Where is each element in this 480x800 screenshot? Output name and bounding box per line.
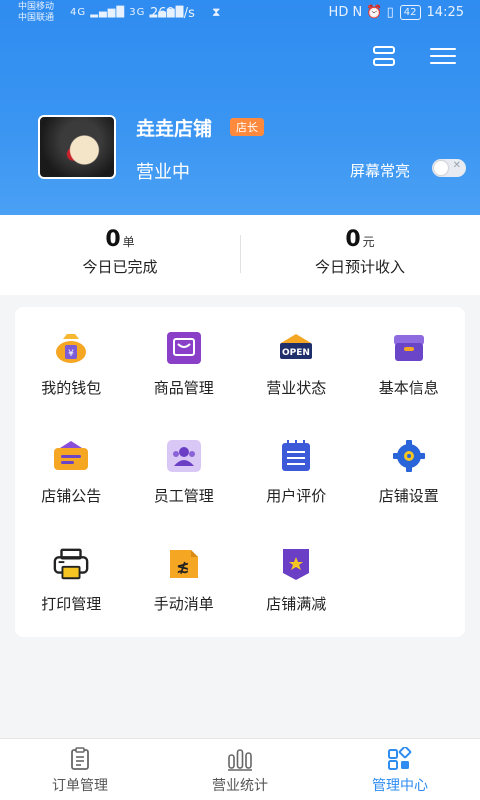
carrier-info: 中国移动 中国联通 [18, 2, 54, 24]
menu-label: 打印管理 [41, 595, 102, 613]
toggle-off-icon: ✕ [452, 160, 461, 171]
svg-text:≴: ≴ [176, 557, 189, 576]
income-value: 0 [345, 227, 361, 252]
tab-label: 管理中心 [372, 778, 428, 794]
management-grid-icon [388, 747, 412, 770]
discount-badge-icon [277, 547, 315, 581]
menu-item-shop-settings[interactable]: 店铺设置 [353, 415, 466, 523]
status-indicators-icon: HD N ⏰ ▯ [328, 5, 394, 20]
wallet-icon: ¥ [52, 331, 90, 365]
menu-item-discount[interactable]: 店铺满减 [240, 523, 353, 631]
menu-label: 店铺设置 [378, 487, 439, 505]
tab-orders[interactable]: 订单管理 [0, 739, 160, 800]
menu-label: 我的钱包 [41, 379, 102, 397]
menu-label: 手动消单 [153, 595, 214, 613]
settings-gear-icon [390, 439, 428, 473]
tab-label: 营业统计 [212, 778, 268, 794]
open-sign-icon: OPEN [277, 331, 315, 365]
shop-name: 垚垚店铺 [136, 118, 213, 140]
menu-label: 店铺满减 [266, 595, 327, 613]
tab-label: 订单管理 [52, 778, 108, 794]
menu-label: 店铺公告 [41, 487, 102, 505]
toggle-knob [434, 161, 448, 175]
review-icon [277, 439, 315, 473]
menu-label: 基本信息 [378, 379, 439, 397]
clock: 14:25 [426, 5, 464, 20]
menu-item-notice[interactable]: 店铺公告 [15, 415, 128, 523]
shop-avatar[interactable] [38, 115, 116, 179]
header: 中国移动 中国联通 4G ▂▄▆█ 3G ▂▄▆█ 269B/s ⧗ HD N … [0, 0, 480, 215]
tab-business-stats[interactable]: 营业统计 [160, 739, 320, 800]
role-badge: 店长 [230, 118, 264, 136]
bar-stats-icon [228, 749, 252, 771]
scan-icon[interactable] [372, 45, 396, 67]
menu-item-print[interactable]: 打印管理 [15, 523, 128, 631]
status-bar: 中国移动 中国联通 4G ▂▄▆█ 3G ▂▄▆█ 269B/s ⧗ HD N … [0, 0, 480, 30]
screen-on-toggle[interactable]: ✕ [432, 159, 466, 177]
staff-icon [165, 439, 203, 473]
open-sign-text: OPEN [282, 348, 310, 358]
menu-icon[interactable] [430, 45, 456, 67]
menu-item-wallet[interactable]: ¥ 我的钱包 [15, 307, 128, 415]
menu-item-products[interactable]: 商品管理 [128, 307, 241, 415]
tab-management-center[interactable]: 管理中心 [320, 739, 480, 800]
order-list-icon [71, 747, 89, 770]
battery-icon: 42 [399, 5, 421, 20]
status-right: HD N ⏰ ▯ 42 14:25 [329, 5, 464, 20]
stat-income[interactable]: 0元 今日预计收入 [240, 227, 480, 277]
product-icon [165, 331, 203, 365]
stat-completed[interactable]: 0单 今日已完成 [0, 227, 240, 277]
svg-text:¥: ¥ [68, 349, 74, 359]
completed-label: 今日已完成 [82, 258, 158, 276]
stats-bar: 0单 今日已完成 0元 今日预计收入 [0, 215, 480, 295]
menu-label: 用户评价 [266, 487, 327, 505]
info-box-icon [390, 331, 428, 365]
notice-icon [52, 439, 90, 473]
carrier-2: 中国联通 [18, 13, 55, 23]
menu-label: 商品管理 [153, 379, 214, 397]
cancel-order-icon: ≴ [165, 547, 203, 581]
bottom-tab-bar: 订单管理 营业统计 管理中心 [0, 738, 480, 800]
income-label: 今日预计收入 [314, 258, 405, 276]
header-actions [372, 45, 456, 67]
menu-item-basic-info[interactable]: 基本信息 [353, 307, 466, 415]
printer-icon [52, 547, 90, 581]
menu-item-staff[interactable]: 员工管理 [128, 415, 241, 523]
hourglass-icon: ⧗ [212, 5, 221, 19]
network-speed: 269B/s [150, 6, 195, 21]
income-unit: 元 [362, 235, 375, 249]
management-menu: ¥ 我的钱包 商品管理 OPEN 营业状态 基本信息 店铺公告 员工管理 用户评… [15, 307, 465, 637]
menu-item-business-status[interactable]: OPEN 营业状态 [240, 307, 353, 415]
menu-label: 员工管理 [153, 487, 214, 505]
menu-item-reviews[interactable]: 用户评价 [240, 415, 353, 523]
completed-count: 0 [105, 227, 121, 252]
menu-label: 营业状态 [266, 379, 327, 397]
completed-unit: 单 [122, 235, 135, 249]
shop-status: 营业中 [136, 162, 190, 183]
menu-item-manual-cancel[interactable]: ≴ 手动消单 [128, 523, 241, 631]
screen-on-label: 屏幕常亮 [350, 162, 411, 180]
carrier-1: 中国移动 [18, 2, 55, 12]
